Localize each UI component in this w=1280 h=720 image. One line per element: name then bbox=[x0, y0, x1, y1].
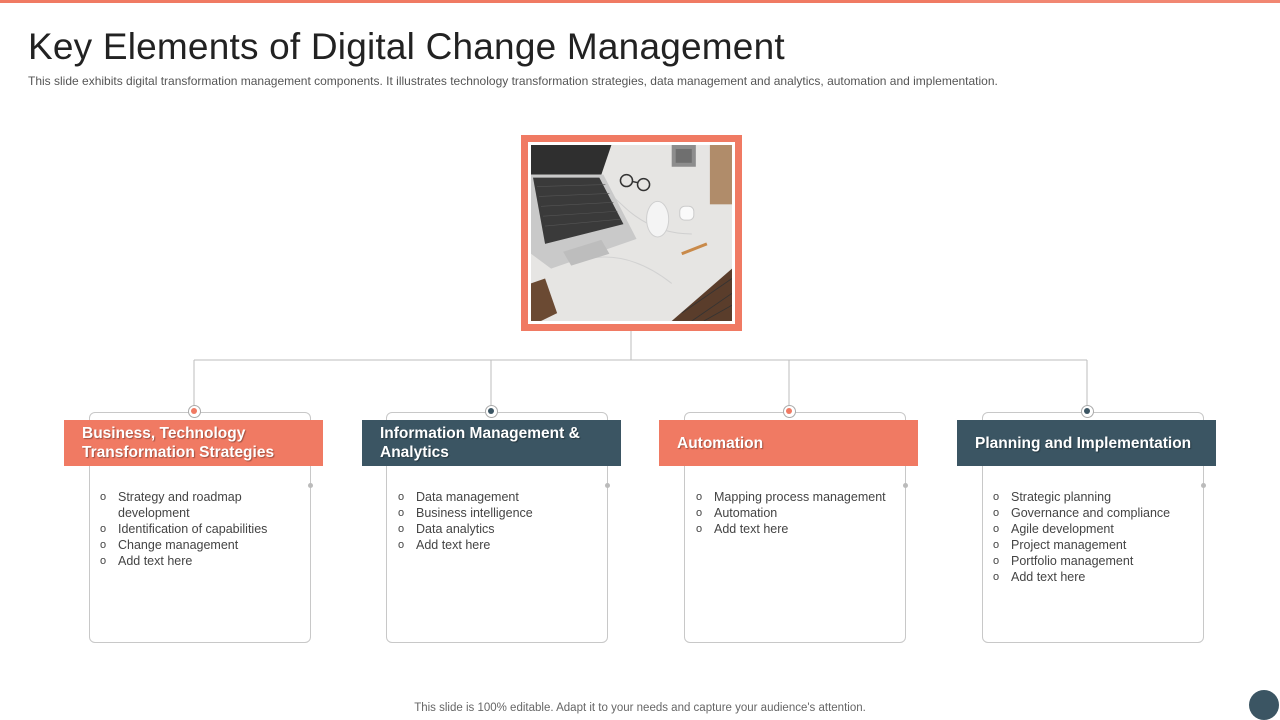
list-item: Automation bbox=[696, 505, 886, 521]
card-corner-dot bbox=[605, 483, 610, 488]
column-list-planning-implementation: Strategic planning Governance and compli… bbox=[993, 489, 1183, 585]
column-list-automation: Mapping process management Automation Ad… bbox=[696, 489, 886, 537]
list-item: Governance and compliance bbox=[993, 505, 1183, 521]
list-item: Mapping process management bbox=[696, 489, 886, 505]
list-item: Agile development bbox=[993, 521, 1183, 537]
card-corner-dot bbox=[903, 483, 908, 488]
connector-dot-inner bbox=[786, 408, 792, 414]
connector-dot-inner bbox=[488, 408, 494, 414]
list-item: Data analytics bbox=[398, 521, 588, 537]
connector-dot-inner bbox=[1084, 408, 1090, 414]
list-item: Strategy and roadmap development bbox=[100, 489, 290, 521]
list-item: Identification of capabilities bbox=[100, 521, 290, 537]
page-title: Key Elements of Digital Change Managemen… bbox=[28, 26, 785, 67]
corner-circle-decoration bbox=[1249, 690, 1279, 720]
page-subtitle: This slide exhibits digital transformati… bbox=[28, 74, 998, 88]
list-item: Portfolio management bbox=[993, 553, 1183, 569]
list-item: Data management bbox=[398, 489, 588, 505]
connector-dot-inner bbox=[191, 408, 197, 414]
list-item: Strategic planning bbox=[993, 489, 1183, 505]
connector-dot-slate bbox=[1081, 405, 1094, 418]
top-accent-bar bbox=[0, 0, 960, 3]
card-corner-dot bbox=[308, 483, 313, 488]
list-item: Add text here bbox=[100, 553, 290, 569]
list-item: Project management bbox=[993, 537, 1183, 553]
list-item: Business intelligence bbox=[398, 505, 588, 521]
column-header-business-technology: Business, Technology Transformation Stra… bbox=[64, 420, 323, 466]
footer-note: This slide is 100% editable. Adapt it to… bbox=[414, 702, 866, 714]
column-list-business-technology: Strategy and roadmap development Identif… bbox=[100, 489, 290, 569]
connector-dot-coral bbox=[783, 405, 796, 418]
laptop-desk-icon bbox=[528, 142, 735, 324]
column-header-information-management: Information Management & Analytics bbox=[362, 420, 621, 466]
top-accent-bar-right bbox=[960, 0, 1280, 3]
central-image-frame bbox=[521, 135, 742, 331]
list-item: Add text here bbox=[993, 569, 1183, 585]
column-header-automation: Automation bbox=[659, 420, 918, 466]
column-list-information-management: Data management Business intelligence Da… bbox=[398, 489, 588, 553]
column-header-planning-implementation: Planning and Implementation bbox=[957, 420, 1216, 466]
list-item: Change management bbox=[100, 537, 290, 553]
list-item: Add text here bbox=[398, 537, 588, 553]
connector-dot-slate bbox=[485, 405, 498, 418]
list-item: Add text here bbox=[696, 521, 886, 537]
card-corner-dot bbox=[1201, 483, 1206, 488]
connector-dot-coral bbox=[188, 405, 201, 418]
